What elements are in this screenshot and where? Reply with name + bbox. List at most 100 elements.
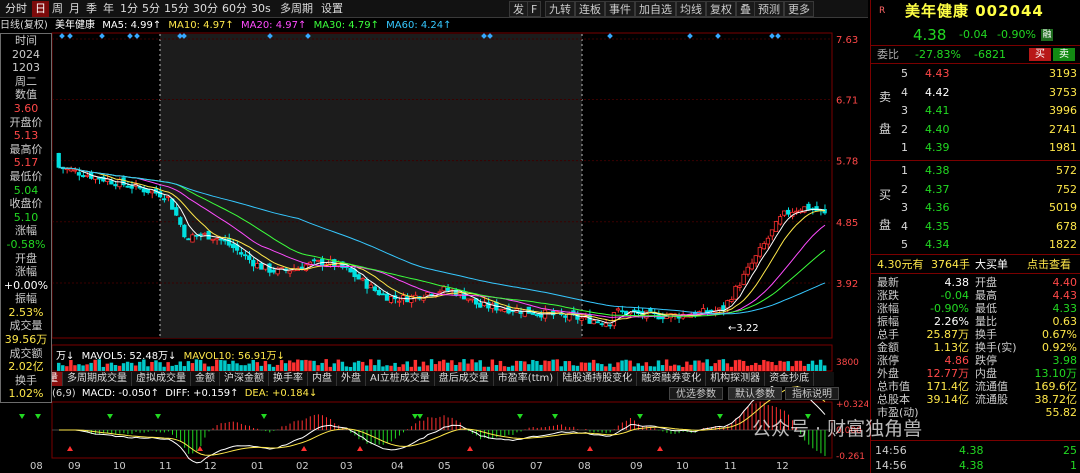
indicator-tab[interactable]: 虚拟成交量 (132, 372, 191, 386)
book-row[interactable]: 4 4.42 3753 (871, 85, 1080, 100)
tool-button[interactable]: 叠 (736, 1, 755, 17)
date-tick: 11 (724, 461, 737, 472)
indicator-tab[interactable]: AI立桩成交量 (366, 372, 435, 386)
candle-body (591, 320, 596, 325)
candle-body (733, 285, 738, 300)
book-qty: 5019 (1049, 201, 1077, 214)
volume-bar (519, 360, 523, 371)
book-row[interactable]: 3 4.41 3996 (871, 103, 1080, 118)
period-button[interactable]: 30s (248, 1, 274, 17)
stat-label: 最新 (877, 276, 899, 289)
candle-body (117, 179, 122, 188)
stat-row: 最新 4.38 开盘 4.40 (871, 276, 1080, 289)
tool-button[interactable]: 九转 (545, 1, 575, 17)
period-button[interactable]: 多周期 (277, 1, 316, 17)
tool-button[interactable]: 更多 (784, 1, 814, 17)
indicator-help-button[interactable]: 指标说明 (785, 387, 839, 400)
volume-bar (109, 362, 114, 371)
volume-bar (57, 362, 61, 371)
price-pct: -0.90% (997, 28, 1036, 41)
default-params-button[interactable]: 默认参数 (728, 387, 782, 400)
tool-button[interactable]: 均线 (676, 1, 706, 17)
sell-signal-arrow (637, 414, 643, 419)
volume-bar (737, 359, 742, 371)
mavol5: MAVOL5: 52.48万↓ (81, 351, 177, 362)
tool-button[interactable]: 复权 (706, 1, 736, 17)
volume-bar (174, 364, 178, 371)
book-row[interactable]: 3 4.36 5019 (871, 200, 1080, 215)
volume-bar (539, 364, 543, 371)
book-row[interactable]: 2 4.37 752 (871, 182, 1080, 197)
candle-body (348, 267, 353, 273)
date-tick: 01 (251, 461, 264, 472)
indicator-tab[interactable]: 资金抄底 (765, 372, 815, 386)
tool-button[interactable]: 预测 (754, 1, 784, 17)
volume-bar (275, 364, 280, 371)
stat-label: 外盘 (877, 367, 899, 380)
event-marker (134, 33, 140, 39)
volume-bar (810, 360, 815, 371)
kline-svg[interactable]: 7.636.715.784.853.92←3.223800+0.3240.000… (0, 0, 868, 473)
stat-value: -0.04 (940, 289, 969, 302)
tool-button[interactable]: 加自选 (635, 1, 676, 17)
period-button[interactable]: 5分 (139, 1, 163, 17)
period-button[interactable]: 月 (66, 1, 83, 17)
book-row[interactable]: 5 4.34 1822 (871, 237, 1080, 252)
indicator-tab[interactable]: 陆股通持股变化 (558, 372, 638, 386)
period-button[interactable]: 周 (49, 1, 66, 17)
indicator-tab[interactable]: 金额 (191, 372, 220, 386)
indicator-tab[interactable]: 外盘 (337, 372, 366, 386)
info-cell: -0.58% (6, 237, 46, 251)
indicator-tab[interactable]: 融资融券变化 (637, 372, 707, 386)
watermark: 公众号 · 财富独角兽 (752, 418, 923, 440)
candle-body (194, 234, 199, 237)
tool-button[interactable]: 事件 (605, 1, 635, 17)
candle-body (769, 229, 775, 237)
indicator-tab[interactable]: 换手率 (269, 372, 308, 386)
indicator-tab[interactable]: 市盈率(ttm) (494, 372, 559, 386)
stat-label: 总市值 (877, 380, 910, 393)
buy-signal-arrow (301, 446, 307, 451)
indicator-tab[interactable]: 机构探测器 (706, 372, 766, 386)
event-marker (59, 33, 65, 39)
buy-button[interactable]: 买 (1029, 48, 1051, 61)
bid-label-1: 买 (879, 188, 892, 202)
book-row[interactable]: 1 4.39 1981 (871, 140, 1080, 155)
candle-body (129, 185, 134, 189)
indicator-tab[interactable]: 沪深金额 (220, 372, 269, 386)
optimal-params-button[interactable]: 优选参数 (669, 387, 723, 400)
period-button[interactable]: 季 (83, 1, 100, 17)
period-button[interactable]: 日 (32, 1, 49, 17)
order-ratio: -27.83% (915, 48, 961, 61)
period-button[interactable]: 60分 (219, 1, 250, 17)
book-row[interactable]: 5 4.43 3193 (871, 66, 1080, 81)
volume-bar (450, 360, 454, 371)
candle-body (315, 259, 321, 262)
period-button[interactable]: 分时 (2, 1, 30, 17)
ask-label-1: 卖 (879, 90, 892, 104)
book-row[interactable]: 4 4.35 678 (871, 219, 1080, 234)
event-marker (769, 33, 775, 39)
tool-button[interactable]: 发 (509, 1, 528, 17)
volume-bar (766, 361, 770, 371)
indicator-tab[interactable]: 盘后成交量 (435, 372, 494, 386)
tool-button[interactable]: F (527, 1, 542, 17)
volume-bar (308, 360, 312, 371)
candle-body (469, 298, 475, 301)
book-row[interactable]: 1 4.38 572 (871, 163, 1080, 178)
book-row[interactable]: 2 4.40 2741 (871, 122, 1080, 137)
period-button[interactable]: 1分 (117, 1, 141, 17)
big-order-row[interactable]: 4.30元有 3764手 大买单 点击查看 (871, 257, 1080, 272)
period-button[interactable]: 15分 (161, 1, 192, 17)
period-button[interactable]: 30分 (190, 1, 221, 17)
period-button[interactable]: 设置 (318, 1, 346, 17)
tool-button[interactable]: 连板 (575, 1, 605, 17)
indicator-tab[interactable]: 多周期成交量 (63, 372, 132, 386)
indicator-tab[interactable]: 内盘 (308, 372, 337, 386)
big-order-view[interactable]: 点击查看 (1027, 257, 1071, 272)
sell-button[interactable]: 卖 (1053, 48, 1075, 61)
kline-area[interactable]: 7.63 6.71 5.78 4.85 3.92 ←3.22 3800 +0.324 0.000… (0, 0, 868, 473)
period-button[interactable]: 年 (100, 1, 117, 17)
volume-bar (121, 363, 126, 371)
candle-body (287, 270, 292, 274)
